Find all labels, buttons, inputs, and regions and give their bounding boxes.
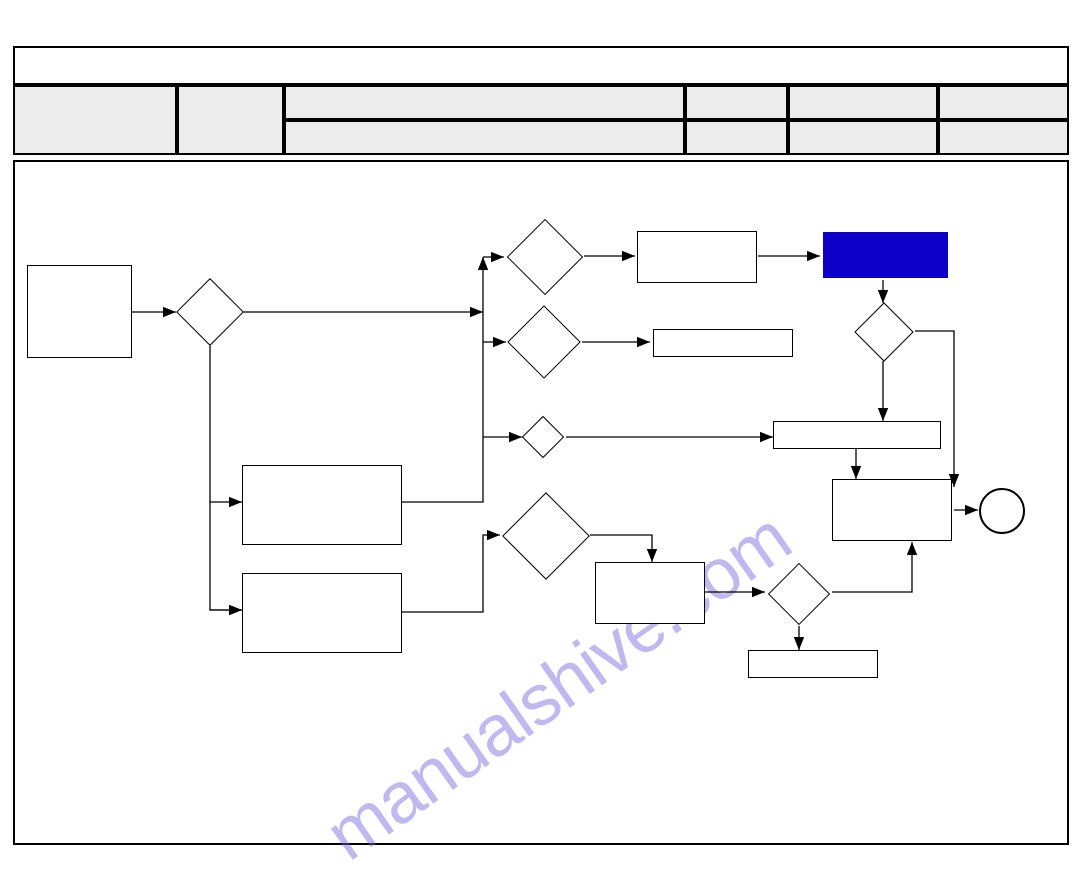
- header-cell-c2: [284, 120, 685, 155]
- header-cell-e2: [788, 120, 938, 155]
- node-merge: [832, 479, 952, 541]
- node-process-a: [242, 465, 402, 545]
- header-cell-f1: [938, 85, 1069, 120]
- node-t2-out: [653, 329, 793, 357]
- diagram-frame: manualshive.com: [13, 160, 1069, 845]
- node-t4-out: [595, 562, 705, 624]
- node-t3-out: [773, 421, 941, 449]
- page: manualshive.com: [0, 0, 1080, 895]
- header-cell-e1: [788, 85, 938, 120]
- node-process-b: [242, 573, 402, 653]
- header-cell-f2: [938, 120, 1069, 155]
- header-cell-a: [13, 85, 177, 155]
- node-start: [27, 265, 132, 358]
- header-cell-c1: [284, 85, 685, 120]
- header-title-row: [13, 46, 1069, 85]
- node-blue: [823, 232, 948, 278]
- header-cell-d1: [685, 85, 788, 120]
- header-cell-b: [177, 85, 284, 155]
- node-end: [979, 488, 1025, 534]
- node-t1-out: [637, 231, 757, 283]
- header-cell-d2: [685, 120, 788, 155]
- node-bottom: [748, 650, 878, 678]
